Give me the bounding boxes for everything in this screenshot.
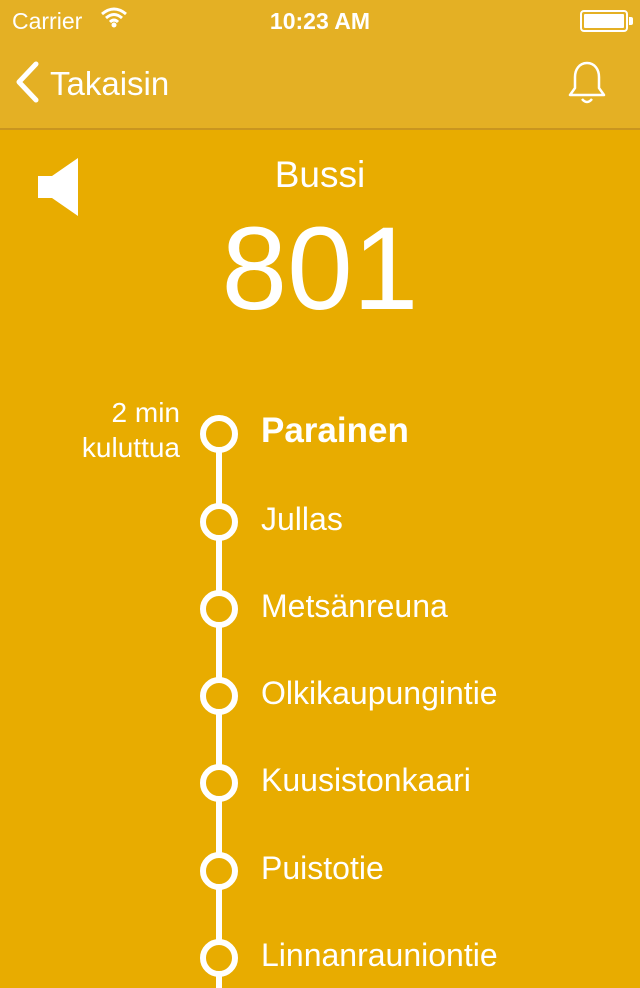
stop-name: Olkikaupungintie [261, 675, 498, 711]
battery-icon [580, 10, 633, 32]
line-number: 801 [221, 203, 419, 335]
stop-item[interactable]: Kuusistonkaari [0, 752, 640, 812]
stop-item[interactable]: Puistotie [0, 840, 640, 900]
stop-item[interactable]: Metsänreuna [0, 578, 640, 638]
stop-name: Parainen [261, 411, 409, 450]
stop-name: Jullas [261, 501, 343, 537]
stop-item[interactable]: Jullas [0, 491, 640, 551]
status-bar: Carrier 10:23 AM [0, 0, 640, 40]
status-time: 10:23 AM [269, 8, 371, 34]
back-chevron-icon [14, 61, 40, 108]
stop-item[interactable]: Olkikaupungintie [0, 665, 640, 725]
stop-marker [200, 503, 238, 541]
vehicle-type: Bussi [274, 154, 366, 195]
stop-marker [200, 415, 238, 453]
stop-name: Metsänreuna [261, 588, 448, 624]
stop-name: Linnanrauniontie [261, 937, 498, 973]
stop-marker [200, 764, 238, 802]
back-button[interactable]: Takaisin [14, 60, 169, 108]
stop-marker [200, 677, 238, 715]
stop-marker [200, 939, 238, 977]
stop-marker [200, 590, 238, 628]
stop-name: Kuusistonkaari [261, 762, 471, 798]
back-label: Takaisin [50, 65, 170, 102]
navigation-bar: Takaisin [0, 40, 640, 130]
stop-item[interactable]: Parainen [0, 403, 640, 463]
stop-item[interactable]: Linnanrauniontie [0, 927, 640, 987]
stop-marker [200, 852, 238, 890]
stop-name: Puistotie [261, 850, 384, 886]
bell-icon[interactable] [566, 60, 608, 111]
